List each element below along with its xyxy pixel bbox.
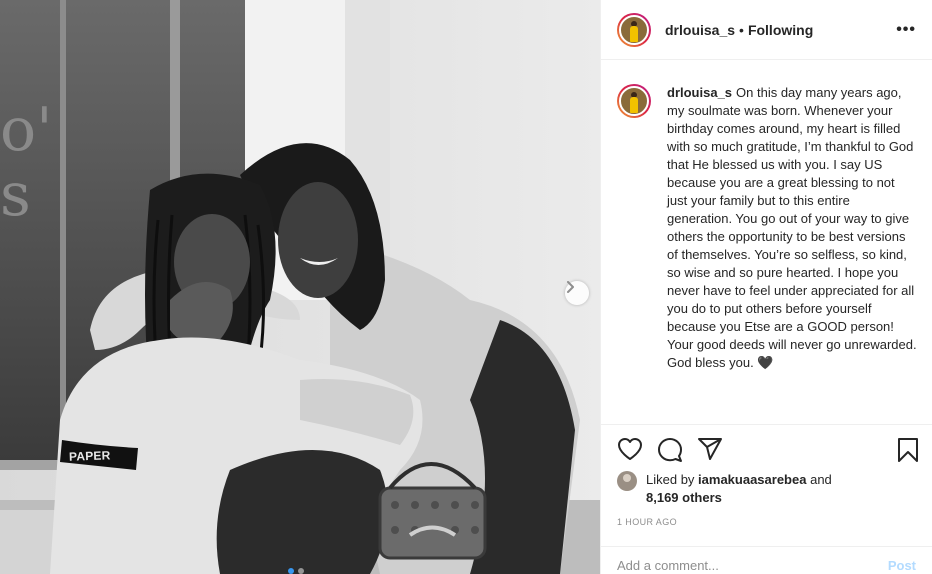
heart-icon[interactable] [617, 437, 643, 461]
liker-username[interactable]: iamakuaasarebea [698, 472, 806, 487]
share-icon[interactable] [697, 437, 723, 461]
avatar[interactable] [617, 12, 651, 47]
comment-input[interactable] [617, 548, 888, 573]
carousel-dot [298, 568, 304, 574]
post-header: drlouisa_s • Following ••• [601, 0, 932, 60]
likes-summary: Liked by iamakuaasarebea and 8,169 other… [617, 471, 832, 507]
post-photo[interactable]: o' s PAPER [0, 0, 600, 574]
caption: drlouisa_s On this day many years ago, my… [667, 84, 917, 372]
carousel-dots [288, 568, 304, 574]
armband-text: PAPER [68, 448, 111, 464]
svg-text:o': o' [0, 95, 53, 165]
bookmark-icon[interactable] [897, 437, 919, 463]
separator-dot: • [739, 21, 744, 38]
post-comment-button[interactable]: Post [888, 548, 916, 573]
comment-bar: Post [601, 546, 932, 574]
likes-conjunction: and [810, 472, 832, 487]
post-actions-area: Liked by iamakuaasarebea and 8,169 other… [601, 424, 932, 527]
chevron-right-icon [567, 281, 574, 293]
photo-illustration: o' s [0, 0, 600, 574]
comment-icon[interactable] [657, 437, 683, 463]
post-side-panel: drlouisa_s • Following ••• drlouisa_s On … [600, 0, 932, 574]
caption-avatar[interactable] [617, 84, 651, 118]
likes-prefix: Liked by [646, 472, 695, 487]
more-options-icon[interactable]: ••• [896, 21, 916, 39]
svg-text:s: s [0, 160, 31, 230]
likes-count[interactable]: 8,169 others [646, 490, 722, 505]
likes-text: Liked by iamakuaasarebea and 8,169 other… [646, 471, 832, 507]
liker-avatar[interactable] [617, 471, 637, 491]
next-photo-button[interactable] [565, 281, 589, 305]
following-button[interactable]: Following [748, 22, 813, 38]
caption-username[interactable]: drlouisa_s [667, 85, 732, 100]
caption-block: drlouisa_s On this day many years ago, my… [617, 84, 922, 372]
caption-text: On this day many years ago, my soulmate … [667, 85, 917, 370]
post-timestamp[interactable]: 1 HOUR AGO [617, 517, 677, 527]
author-username[interactable]: drlouisa_s [665, 22, 735, 38]
action-icons [617, 437, 919, 463]
carousel-dot-active [288, 568, 294, 574]
